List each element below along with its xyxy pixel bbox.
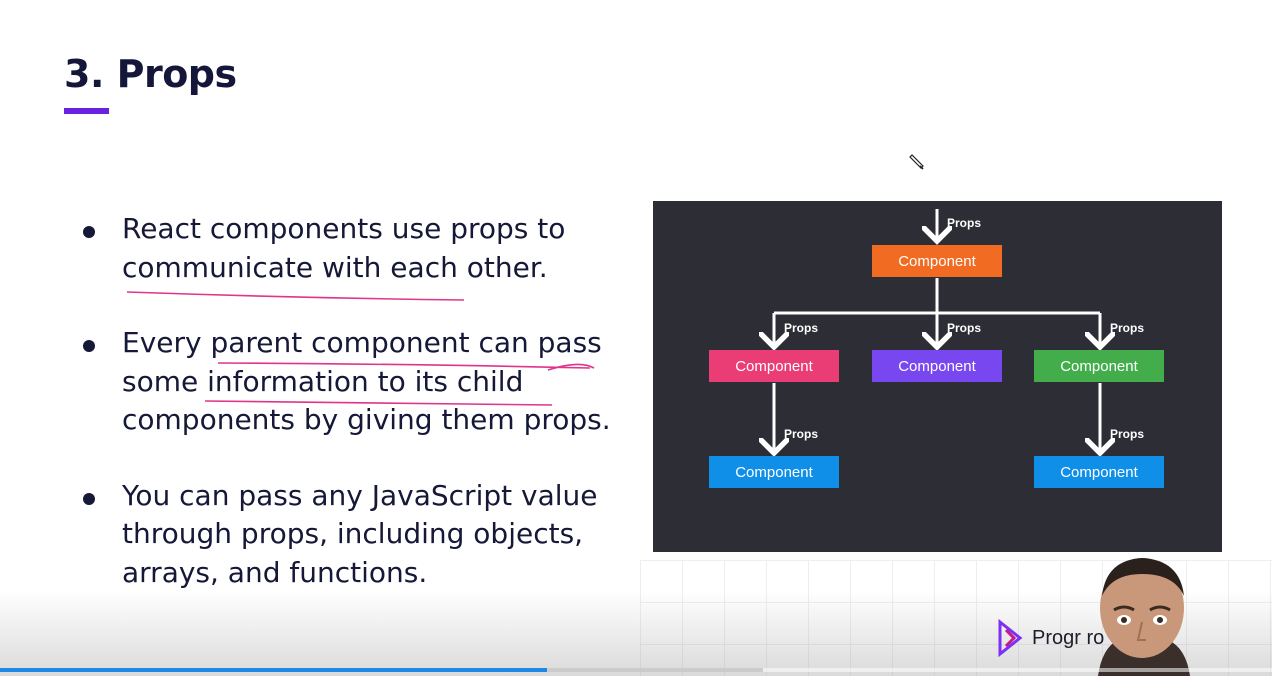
component-node-root: Component: [872, 245, 1002, 277]
video-progress-bar[interactable]: [0, 668, 1272, 672]
bullet-line: through props, including objects,: [122, 517, 584, 550]
component-node-child-middle: Component: [872, 350, 1002, 382]
component-node-grandchild-right: Component: [1034, 456, 1164, 488]
props-label: Props: [784, 427, 819, 441]
bullet-line: components by giving them props.: [122, 403, 611, 436]
pen-cursor-icon: [907, 153, 925, 175]
title-underline-accent: [64, 108, 109, 114]
bullet-line: communicate with each other.: [122, 250, 548, 284]
props-label: Props: [1110, 427, 1145, 441]
props-label: Props: [947, 321, 982, 335]
bullet-dot: [83, 226, 95, 238]
props-label: Props: [1110, 321, 1145, 335]
presenter-webcam: [1078, 552, 1208, 676]
bullet-line: some information to its child: [122, 364, 524, 398]
bullet-dot: [83, 492, 95, 505]
bullet-item: Every parent component can pass some inf…: [78, 324, 638, 440]
bullet-line: Every parent component can pass: [122, 326, 602, 359]
props-label: Props: [947, 216, 982, 230]
bullet-list: React components use props to communicat…: [78, 210, 638, 629]
props-diagram: Props Props Props Props Props Props Comp…: [653, 201, 1222, 552]
component-node-child-right: Component: [1034, 350, 1164, 382]
component-node-grandchild-left: Component: [709, 456, 839, 488]
bullet-dot: [83, 340, 95, 352]
component-node-child-left: Component: [709, 350, 839, 382]
bullet-line: React components use props to: [122, 212, 566, 245]
bullet-item: React components use props to communicat…: [78, 210, 638, 287]
bullet-item: You can pass any JavaScript value throug…: [78, 477, 638, 593]
video-played-bar: [0, 668, 547, 672]
slide-title: 3. Props: [64, 52, 237, 96]
props-label: Props: [784, 321, 819, 335]
play-logo-icon: [998, 618, 1023, 658]
bullet-line: You can pass any JavaScript value: [122, 478, 598, 512]
bullet-line: arrays, and functions.: [122, 555, 428, 589]
